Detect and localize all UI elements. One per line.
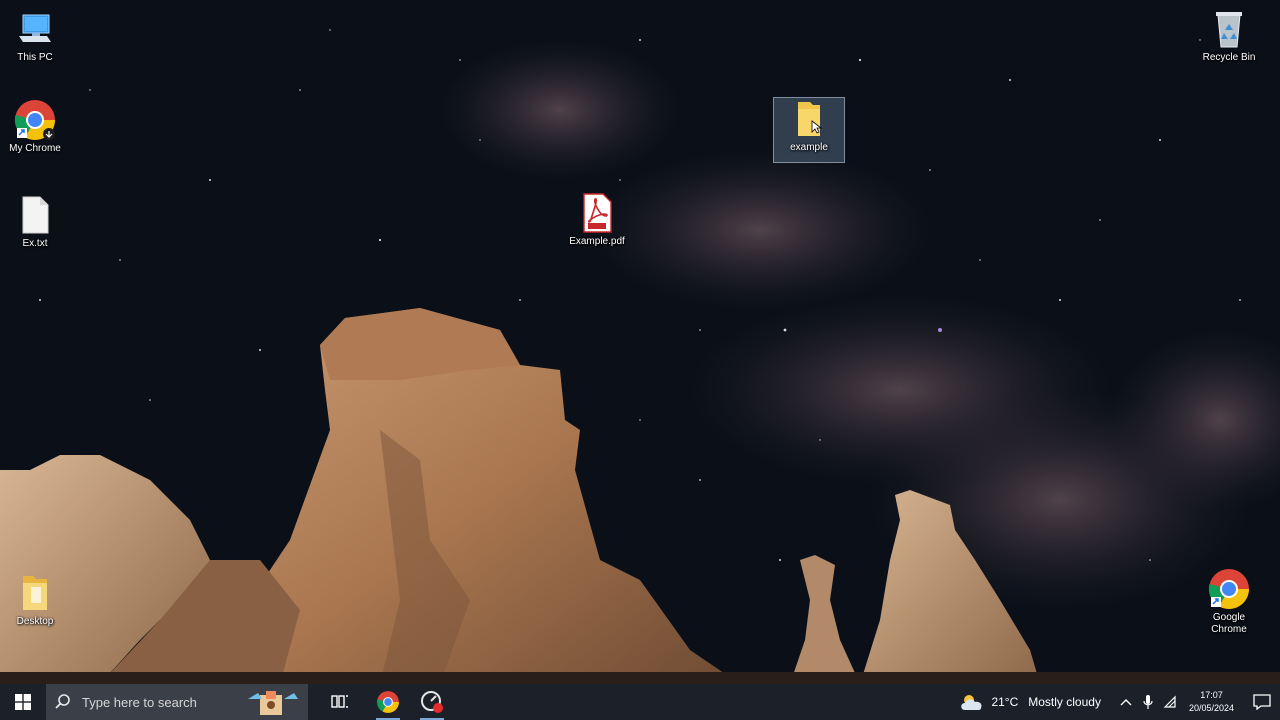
- text-file-icon: [13, 194, 57, 236]
- clock-time: 17:07: [1200, 690, 1223, 700]
- network-button[interactable]: [1159, 684, 1181, 720]
- folder-icon: [787, 98, 831, 140]
- recycle-bin-label: Recycle Bin: [1202, 52, 1256, 63]
- notification-icon: [1253, 694, 1271, 710]
- weather-condition: Mostly cloudy: [1028, 695, 1101, 709]
- my-chrome-label: My Chrome: [9, 143, 61, 154]
- weather-widget[interactable]: 21°C Mostly cloudy: [959, 692, 1101, 712]
- microphone-button[interactable]: [1137, 684, 1159, 720]
- taskbar: Type here to search 21°C Mostly cloudy 1…: [0, 684, 1280, 720]
- weather-temperature: 21°C: [991, 695, 1019, 709]
- screen-recorder-icon: [421, 691, 443, 713]
- ex-txt-label: Ex.txt: [22, 238, 48, 249]
- desktop-wallpaper: [0, 0, 1280, 684]
- example-pdf-label: Example.pdf: [569, 236, 625, 247]
- desktop-folder-icon: [13, 572, 57, 614]
- recycle-bin-icon: [1207, 8, 1251, 50]
- desktop-icon-recycle-bin[interactable]: Recycle Bin: [1194, 8, 1264, 64]
- night-sky-rocks-image: [0, 0, 1280, 684]
- search-placeholder: Type here to search: [82, 694, 197, 710]
- desktop-icon-ex-txt[interactable]: Ex.txt: [0, 194, 70, 250]
- desktop-icon-desktop-folder[interactable]: Desktop: [0, 572, 70, 628]
- google-chrome-icon: [1207, 568, 1251, 610]
- network-icon: [1163, 695, 1176, 708]
- chevron-up-icon: [1120, 699, 1132, 706]
- desktop-icon-google-chrome[interactable]: Google Chrome: [1194, 568, 1264, 636]
- chrome-shortcut-icon: [13, 99, 57, 141]
- show-hidden-icons-button[interactable]: [1115, 684, 1137, 720]
- cloudy-weather-icon: [961, 695, 982, 710]
- taskbar-search-box[interactable]: Type here to search: [46, 684, 308, 720]
- google-chrome-label: Google Chrome: [1211, 612, 1247, 635]
- desktop-icon-example-pdf[interactable]: Example.pdf: [562, 192, 632, 248]
- taskbar-chrome-button[interactable]: [366, 684, 410, 720]
- windows-logo-icon: [15, 694, 31, 710]
- desktop-icon-my-chrome[interactable]: My Chrome: [0, 99, 70, 155]
- chrome-icon: [377, 691, 399, 713]
- this-pc-icon: [13, 8, 57, 50]
- task-view-icon: [331, 695, 348, 708]
- notification-center-button[interactable]: [1244, 684, 1280, 720]
- pdf-file-icon: [575, 192, 619, 234]
- start-button[interactable]: [0, 684, 46, 720]
- desktop-icon-example-folder[interactable]: example: [773, 97, 845, 163]
- taskbar-clock[interactable]: 17:07 20/05/2024: [1189, 689, 1234, 715]
- system-tray: 21°C Mostly cloudy 17:07 20/05/2024: [959, 684, 1280, 720]
- desktop-folder-label: Desktop: [16, 616, 54, 627]
- search-highlight-icon: [248, 691, 298, 715]
- clock-date: 20/05/2024: [1188, 703, 1234, 713]
- example-folder-label: example: [790, 142, 828, 153]
- search-icon: [55, 694, 70, 709]
- taskbar-recorder-button[interactable]: [410, 684, 454, 720]
- task-view-button[interactable]: [318, 684, 362, 720]
- microphone-icon: [1143, 695, 1153, 709]
- desktop-icon-this-pc[interactable]: This PC: [0, 8, 70, 64]
- this-pc-label: This PC: [17, 52, 53, 63]
